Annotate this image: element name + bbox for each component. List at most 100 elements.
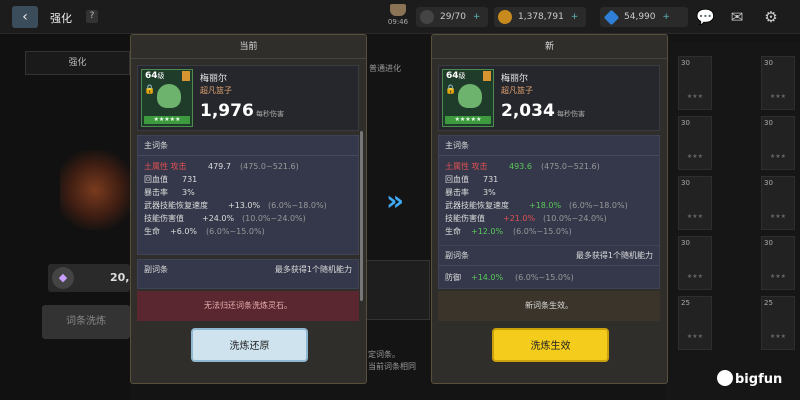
success-notice: 新词条生效。: [438, 291, 660, 321]
slot-level: 30: [764, 59, 773, 67]
sub-stats-box: 副词条 最多获得1个随机能力: [137, 259, 359, 289]
lock-icon: 🔒: [445, 85, 457, 95]
sub-stats-box: 副词条 最多获得1个随机能力 防御 +14.0% (6.0%~15.0%): [438, 245, 660, 289]
inventory-grid: 30 ★★★ 30 ★★★ 30 ★★★ 30 ★★★ 25 ★★★ 30 ★★★ 30 ★★…: [665, 42, 800, 400]
stat-row: 回血值 731: [445, 175, 499, 184]
inventory-slot[interactable]: 30 ★★★: [761, 176, 795, 230]
mail-icon[interactable]: ✉: [728, 8, 746, 26]
inventory-slot[interactable]: 30 ★★★: [761, 56, 795, 110]
watermark-logo: bigfun: [717, 370, 782, 387]
stat-row: 技能伤害值 +24.0% (10.0%~24.0%): [144, 214, 306, 223]
weapon-level: 64级: [145, 71, 165, 81]
inventory-slot[interactable]: 30 ★★★: [678, 236, 712, 290]
stat-row: 防御 +14.0% (6.0%~15.0%): [445, 273, 574, 282]
slot-stars: ★★★: [686, 153, 704, 160]
double-chevron-right-icon: »: [386, 184, 405, 217]
paw-icon: [717, 370, 733, 386]
flag-icon: [182, 71, 190, 81]
slot-stars: ★★★: [769, 153, 787, 160]
weapon-portrait[interactable]: 64级 🔒 ★★★★★: [141, 69, 193, 127]
energy-value: 29/70: [440, 12, 466, 22]
weapon-name: 梅丽尔: [200, 74, 228, 84]
hero-portrait-bg: [60, 150, 130, 230]
slot-level: 30: [681, 179, 690, 187]
current-option-panel: 当前 64级 🔒 ★★★★★ 梅丽尔 超凡篮子 1,976 每秒伤害 主词条 土…: [130, 34, 367, 384]
weapon-sprite: [157, 84, 181, 108]
panel-title-current: 当前: [131, 35, 366, 59]
sub-stats-title: 副词条 最多获得1个随机能力: [138, 260, 358, 280]
chevron-left-icon: ‹: [22, 9, 28, 25]
energy-icon: [420, 10, 434, 24]
slot-stars: ★★★: [769, 333, 787, 340]
help-button[interactable]: ?: [86, 10, 98, 23]
dps-label: 每秒伤害: [256, 110, 284, 118]
coffee-icon: [390, 4, 406, 16]
slot-level: 30: [764, 239, 773, 247]
inventory-slot[interactable]: 30 ★★★: [678, 56, 712, 110]
stat-row: 生命 +12.0% (6.0%~15.0%): [445, 227, 572, 236]
slot-stars: ★★★: [686, 213, 704, 220]
lock-icon: 🔒: [144, 85, 156, 95]
star-rating: ★★★★★: [144, 116, 190, 124]
flag-icon: [483, 71, 491, 81]
dps-value: 2,034: [501, 101, 555, 121]
warning-notice: 无法归还词条洗炼灵石。: [137, 291, 359, 321]
stat-row: 技能伤害值 +21.0% (10.0%~24.0%): [445, 214, 607, 223]
option-reroll-button[interactable]: 词条洗炼: [42, 305, 130, 339]
weapon-sprite: [458, 84, 482, 108]
gem-add-button[interactable]: +: [662, 12, 670, 22]
chat-icon[interactable]: 💬: [696, 8, 715, 26]
background-mid-box: [366, 260, 430, 320]
weapon-portrait[interactable]: 64级 🔒 ★★★★★: [442, 69, 494, 127]
clock-time: 09:46: [387, 18, 409, 26]
stone-icon: ◆: [52, 267, 74, 289]
slot-level: 30: [681, 239, 690, 247]
inventory-slot[interactable]: 30 ★★★: [678, 116, 712, 170]
inventory-slot[interactable]: 30 ★★★: [761, 116, 795, 170]
energy-resource[interactable]: 29/70 +: [416, 7, 488, 27]
stone-count: 20,: [110, 271, 130, 284]
main-stats-box: 主词条 土属性 攻击 493.6 (475.0~521.6) 回血值 731 暴击率 3…: [438, 135, 660, 255]
new-option-panel: 新 64级 🔒 ★★★★★ 梅丽尔 超凡篮子 2,034 每秒伤害 主词条 土属…: [431, 34, 668, 384]
stat-row: 回血值 731: [144, 175, 198, 184]
dps-value: 1,976: [200, 101, 254, 121]
panel-title-new: 新: [432, 35, 667, 59]
energy-add-button[interactable]: +: [473, 12, 481, 22]
page-title: 强化: [50, 12, 72, 25]
inventory-slot[interactable]: 30 ★★★: [678, 176, 712, 230]
gem-icon: [603, 9, 620, 26]
inventory-slot[interactable]: 25 ★★★: [761, 296, 795, 350]
gold-resource[interactable]: 1,378,791 +: [494, 7, 586, 27]
slot-level: 25: [681, 299, 690, 307]
stat-row: 武器技能恢复速度 +13.0% (6.0%~18.0%): [144, 201, 327, 210]
clock-widget: 09:46: [386, 4, 410, 32]
slot-stars: ★★★: [686, 333, 704, 340]
weapon-name: 梅丽尔: [501, 74, 529, 84]
inventory-slot[interactable]: 30 ★★★: [761, 236, 795, 290]
gear-icon[interactable]: ⚙: [762, 8, 780, 26]
normal-evolve-tab[interactable]: 普通进化: [369, 63, 401, 74]
stat-row: 生命 +6.0% (6.0%~15.0%): [144, 227, 265, 236]
weapon-subtitle: 超凡篮子: [200, 86, 232, 95]
gold-add-button[interactable]: +: [571, 12, 579, 22]
slot-stars: ★★★: [686, 93, 704, 100]
back-button[interactable]: ‹: [12, 6, 38, 28]
slot-level: 30: [681, 119, 690, 127]
star-rating: ★★★★★: [445, 116, 491, 124]
stone-counter: ◆ 20,: [48, 264, 130, 292]
stat-row: 土属性 攻击 479.7 (475.0~521.6): [144, 162, 299, 171]
stat-row: 武器技能恢复速度 +18.0% (6.0%~18.0%): [445, 201, 628, 210]
stat-row: 暴击率 3%: [445, 188, 496, 197]
tab-enhance[interactable]: 强化: [25, 51, 130, 75]
main-stats-box: 主词条 土属性 攻击 479.7 (475.0~521.6) 回血值 731 暴击率 3…: [137, 135, 359, 255]
scrollbar[interactable]: [360, 131, 363, 301]
slot-level: 30: [764, 119, 773, 127]
apply-button[interactable]: 洗炼生效: [492, 328, 609, 362]
sub-stats-title: 副词条 最多获得1个随机能力: [439, 246, 659, 266]
inventory-slot[interactable]: 25 ★★★: [678, 296, 712, 350]
gold-coin-icon: [498, 10, 512, 24]
background-hint: 定词条。 当前词条相同: [368, 349, 416, 373]
restore-button[interactable]: 洗炼还原: [191, 328, 308, 362]
gem-resource[interactable]: 54,990 +: [600, 7, 688, 27]
gem-value: 54,990: [624, 12, 656, 22]
